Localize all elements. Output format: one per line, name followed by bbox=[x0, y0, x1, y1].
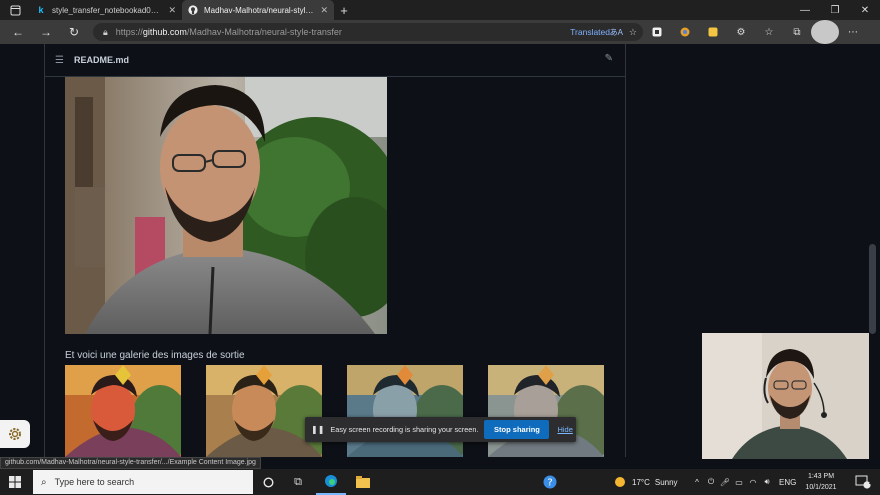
list-icon[interactable]: ☰ bbox=[55, 55, 64, 66]
window-controls: — ❐ ✕ bbox=[790, 0, 880, 20]
clock-time: 1:43 PM bbox=[807, 473, 835, 480]
favorite-star-icon[interactable]: ☆ bbox=[629, 27, 637, 38]
url-path: /Madhav-Malhotra/neural-style-transfer bbox=[186, 27, 342, 37]
microphone-icon[interactable]: 🎤︎ bbox=[718, 478, 732, 487]
tab-title: style_transfer_notebookad03d61 bbox=[52, 5, 163, 15]
taskbar-search[interactable]: ⌕ Type here to search bbox=[33, 470, 253, 494]
close-icon[interactable]: ✕ bbox=[168, 5, 176, 16]
color-extension-icon[interactable] bbox=[671, 20, 699, 44]
extensions: ⚙ ☆ ⧉ ⋯ bbox=[643, 20, 867, 44]
screen-sharing-bar: ❚❚ Easy screen recording is sharing your… bbox=[305, 417, 576, 442]
file-explorer-icon[interactable] bbox=[348, 469, 378, 495]
notification-count: 21 bbox=[869, 480, 876, 486]
edit-pencil-icon[interactable]: ✎ bbox=[605, 53, 613, 64]
more-menu-icon[interactable]: ⋯ bbox=[839, 20, 867, 44]
screen: k style_transfer_notebookad03d61 ✕ Madha… bbox=[0, 0, 880, 495]
readme-panel: ☰ README.md ✎ Et voici une galerie des i… bbox=[44, 44, 626, 457]
output-image-1[interactable] bbox=[65, 365, 181, 457]
help-icon[interactable]: ? bbox=[535, 469, 565, 495]
clock[interactable]: 1:43 PM 10/1/2021 bbox=[795, 471, 847, 493]
tray-app-icon[interactable]: ⏻ bbox=[704, 477, 718, 487]
notification-center-icon[interactable]: 21 bbox=[848, 469, 878, 495]
link-status-url: github.com/Madhav-Malhotra/neural-style-… bbox=[0, 457, 261, 469]
content-image[interactable] bbox=[65, 77, 387, 334]
refresh-icon[interactable]: ↻ bbox=[60, 20, 88, 44]
url-protocol: https:// bbox=[115, 27, 143, 37]
task-view-icon[interactable]: ⧉ bbox=[283, 469, 313, 495]
close-window-icon[interactable]: ✕ bbox=[850, 0, 880, 20]
kaggle-icon: k bbox=[38, 5, 44, 15]
tab-actions-icon[interactable] bbox=[0, 0, 30, 20]
tab-kaggle[interactable]: k style_transfer_notebookad03d61 ✕ bbox=[30, 0, 182, 20]
search-placeholder: Type here to search bbox=[54, 477, 135, 487]
minimize-icon[interactable]: — bbox=[790, 0, 820, 20]
sharing-message: Easy screen recording is sharing your sc… bbox=[330, 425, 479, 434]
cortana-icon[interactable] bbox=[253, 469, 283, 495]
restore-icon[interactable]: ❐ bbox=[820, 0, 850, 20]
output-image-3[interactable] bbox=[347, 365, 463, 457]
hide-link[interactable]: Hide bbox=[557, 425, 572, 434]
edge-browser-icon[interactable] bbox=[316, 469, 346, 495]
tab-strip: k style_transfer_notebookad03d61 ✕ Madha… bbox=[0, 0, 880, 20]
chevron-up-icon[interactable]: ^ bbox=[690, 478, 704, 487]
weather-widget[interactable]: 17°C Sunny bbox=[614, 469, 678, 495]
collections-icon[interactable]: ⧉ bbox=[783, 20, 811, 44]
sun-icon bbox=[615, 477, 625, 487]
url-host: github.com bbox=[142, 27, 187, 37]
address-bar[interactable]: 🔒︎ https://github.com/Madhav-Malhotra/ne… bbox=[93, 23, 643, 41]
note-extension-icon[interactable] bbox=[699, 20, 727, 44]
webcam-preview bbox=[702, 333, 869, 459]
readme-filename: README.md bbox=[73, 55, 129, 65]
windows-start-icon[interactable] bbox=[0, 469, 30, 495]
forward-icon[interactable]: → bbox=[32, 20, 60, 44]
translate-icon[interactable]: あA bbox=[610, 27, 623, 38]
stop-sharing-button[interactable]: Stop sharing bbox=[484, 420, 550, 439]
close-icon[interactable]: ✕ bbox=[320, 5, 328, 16]
gear-icon bbox=[9, 428, 21, 440]
pause-icon[interactable]: ❚❚ bbox=[311, 425, 324, 434]
volume-icon[interactable]: 🔊︎ bbox=[760, 477, 774, 487]
system-tray: ^ ⏻ 🎤︎ ▭ ◠ 🔊︎ ENG bbox=[690, 469, 796, 495]
settings-gear-button[interactable] bbox=[0, 420, 30, 448]
extension-icon[interactable] bbox=[643, 20, 671, 44]
weather-temp: 17°C bbox=[632, 477, 650, 487]
tab-title: Madhav-Malhotra/neural-style-t bbox=[204, 5, 315, 15]
navigation-bar: ← → ↻ 🔒︎ https://github.com/Madhav-Malho… bbox=[0, 20, 880, 44]
lock-icon[interactable]: 🔒︎ bbox=[103, 27, 108, 38]
translated-label[interactable]: Translated bbox=[570, 27, 610, 37]
output-image-2[interactable] bbox=[206, 365, 322, 457]
puzzle-extensions-icon[interactable]: ⚙ bbox=[727, 20, 755, 44]
weather-text: Sunny bbox=[654, 477, 678, 487]
svg-text:?: ? bbox=[547, 478, 552, 489]
wifi-icon[interactable]: ◠ bbox=[746, 478, 760, 487]
profile-avatar[interactable] bbox=[811, 20, 839, 44]
taskbar: ⌕ Type here to search ⧉ ? 17°C Sunny ^ ⏻… bbox=[0, 469, 880, 495]
readme-header: ☰ README.md ✎ bbox=[45, 44, 625, 77]
gallery-heading: Et voici une galerie des images de sorti… bbox=[65, 350, 245, 361]
language-indicator[interactable]: ENG bbox=[779, 478, 796, 487]
scrollbar-thumb[interactable] bbox=[869, 244, 876, 334]
output-image-4[interactable] bbox=[488, 365, 604, 457]
clock-date: 10/1/2021 bbox=[805, 484, 837, 491]
battery-icon[interactable]: ▭ bbox=[732, 478, 746, 487]
github-icon bbox=[188, 5, 198, 15]
back-icon[interactable]: ← bbox=[4, 20, 32, 44]
search-icon: ⌕ bbox=[41, 476, 47, 488]
favorites-icon[interactable]: ☆ bbox=[755, 20, 783, 44]
tab-github[interactable]: Madhav-Malhotra/neural-style-t ✕ bbox=[182, 0, 334, 20]
new-tab-button[interactable]: + bbox=[334, 0, 354, 20]
